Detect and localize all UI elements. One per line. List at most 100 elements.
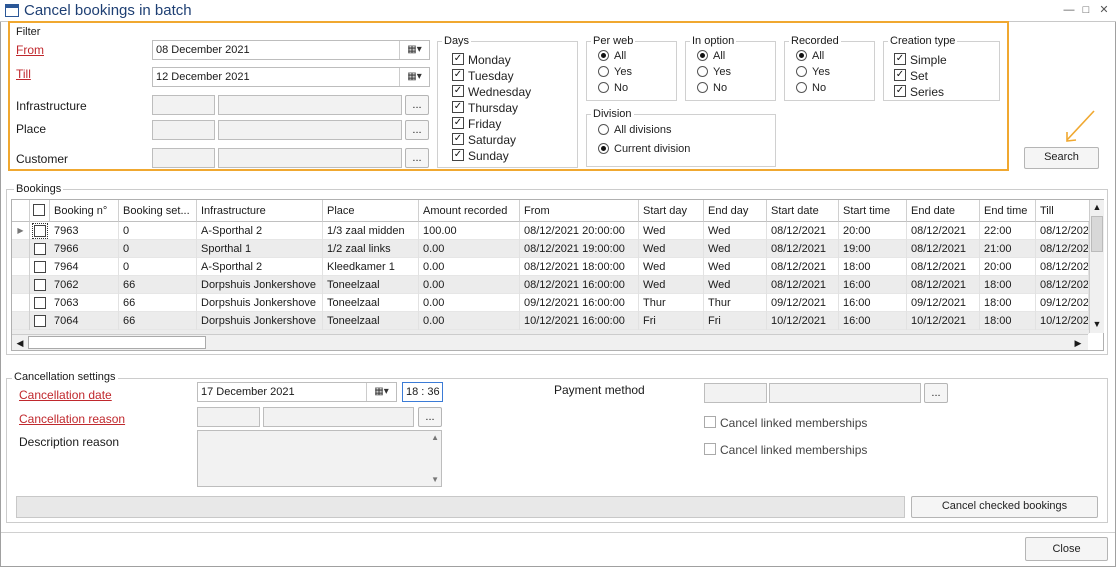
payment-method-name-field[interactable] xyxy=(769,383,921,403)
row-select-checkbox[interactable] xyxy=(34,261,46,273)
column-header[interactable]: Start date xyxy=(767,200,839,222)
recorded-no-radio[interactable] xyxy=(796,82,807,93)
set-checkbox[interactable]: ✓ xyxy=(894,69,906,81)
current-division-label: Current division xyxy=(614,143,691,155)
current-division-radio[interactable] xyxy=(598,143,609,154)
simple-checkbox[interactable]: ✓ xyxy=(894,53,906,65)
minimize-icon[interactable]: — xyxy=(1062,3,1076,17)
column-header[interactable]: Booking set... xyxy=(119,200,197,222)
payment-method-browse-button[interactable]: ... xyxy=(924,383,948,403)
column-header[interactable]: From xyxy=(520,200,639,222)
in-option-no-radio[interactable] xyxy=(697,82,708,93)
cancel-checked-bookings-button[interactable]: Cancel checked bookings xyxy=(911,496,1098,518)
recorded-yes-radio[interactable] xyxy=(796,66,807,77)
scroll-up-icon[interactable]: ▲ xyxy=(1091,201,1103,213)
row-select-checkbox[interactable] xyxy=(34,297,46,309)
monday-checkbox[interactable]: ✓ xyxy=(452,53,464,65)
saturday-checkbox[interactable]: ✓ xyxy=(452,133,464,145)
row-select-checkbox[interactable] xyxy=(34,315,46,327)
column-header[interactable]: Amount recorded xyxy=(419,200,520,222)
calendar-dropdown-icon[interactable]: ▦▾ xyxy=(399,41,429,59)
row-select-checkbox[interactable] xyxy=(34,279,46,291)
cancellation-reason-code-field[interactable] xyxy=(197,407,260,427)
column-header[interactable]: End day xyxy=(704,200,767,222)
column-header[interactable]: Infrastructure xyxy=(197,200,323,222)
column-header[interactable]: Place xyxy=(323,200,419,222)
table-cell: 1/3 zaal midden xyxy=(323,222,419,240)
per-web-yes-radio[interactable] xyxy=(598,66,609,77)
column-header[interactable]: End time xyxy=(980,200,1036,222)
table-row[interactable]: ▶ 7963 0 A-Sporthal 2 1/3 zaal midden 100.00 0… xyxy=(12,222,1089,240)
in-option-yes-radio[interactable] xyxy=(697,66,708,77)
infrastructure-name-field[interactable] xyxy=(218,95,402,115)
row-select-checkbox[interactable] xyxy=(34,243,46,255)
column-header[interactable]: Start day xyxy=(639,200,704,222)
textarea-scroll-down-icon[interactable]: ▼ xyxy=(431,475,439,484)
bookings-label: Bookings xyxy=(14,183,64,195)
cancel-linked-memberships-checkbox-1[interactable] xyxy=(704,416,716,428)
table-cell: 100.00 xyxy=(419,222,520,240)
calendar-dropdown-icon[interactable]: ▦▾ xyxy=(366,383,396,401)
cancellation-reason-name-field[interactable] xyxy=(263,407,414,427)
close-window-icon[interactable]: ✕ xyxy=(1097,3,1111,17)
table-row[interactable]: 7062 66 Dorpshuis Jonkershove Toneelzaal 0.0… xyxy=(12,276,1089,294)
scroll-left-icon[interactable]: ◀ xyxy=(14,337,26,349)
horizontal-scroll-thumb[interactable] xyxy=(28,336,206,349)
per-web-no-radio[interactable] xyxy=(598,82,609,93)
from-date-field[interactable]: 08 December 2021 ▦▾ xyxy=(152,40,430,60)
column-header[interactable]: Till xyxy=(1036,200,1089,222)
vertical-scrollbar[interactable]: ▲ ▼ xyxy=(1089,200,1104,333)
select-all-header[interactable] xyxy=(30,200,50,222)
place-name-field[interactable] xyxy=(218,120,402,140)
infrastructure-code-field[interactable] xyxy=(152,95,215,115)
cancellation-time-field[interactable]: 18 : 36 xyxy=(402,382,443,402)
search-button[interactable]: Search xyxy=(1024,147,1099,169)
table-row[interactable]: 7063 66 Dorpshuis Jonkershove Toneelzaal 0.0… xyxy=(12,294,1089,312)
cancel-linked-memberships-checkbox-2[interactable] xyxy=(704,443,716,455)
cancellation-date-field[interactable]: 17 December 2021 ▦▾ xyxy=(197,382,397,402)
customer-browse-button[interactable]: ... xyxy=(405,148,429,168)
maximize-icon[interactable]: □ xyxy=(1079,3,1093,17)
recorded-all-radio[interactable] xyxy=(796,50,807,61)
table-cell: 08/12/2021 18:00:00 xyxy=(520,258,639,276)
series-checkbox[interactable]: ✓ xyxy=(894,85,906,97)
payment-method-code-field[interactable] xyxy=(704,383,767,403)
column-header[interactable]: Start time xyxy=(839,200,907,222)
table-row[interactable]: 7064 66 Dorpshuis Jonkershove Toneelzaal 0.0… xyxy=(12,312,1089,330)
customer-code-field[interactable] xyxy=(152,148,215,168)
infrastructure-browse-button[interactable]: ... xyxy=(405,95,429,115)
row-select-checkbox[interactable] xyxy=(32,223,48,239)
all-divisions-radio[interactable] xyxy=(598,124,609,135)
till-date-value: 12 December 2021 xyxy=(156,71,250,83)
table-cell: Wed xyxy=(639,240,704,258)
wednesday-checkbox[interactable]: ✓ xyxy=(452,85,464,97)
place-code-field[interactable] xyxy=(152,120,215,140)
column-header[interactable]: Booking n° xyxy=(50,200,119,222)
table-row[interactable]: 7966 0 Sporthal 1 1/2 zaal links 0.00 08/12/2… xyxy=(12,240,1089,258)
in-option-label: In option xyxy=(690,35,737,47)
horizontal-scrollbar[interactable]: ◀ ▶ xyxy=(12,334,1088,350)
customer-name-field[interactable] xyxy=(218,148,402,168)
scroll-down-icon[interactable]: ▼ xyxy=(1091,318,1103,330)
description-reason-textarea[interactable]: ▲ ▼ xyxy=(197,430,442,487)
scroll-right-icon[interactable]: ▶ xyxy=(1072,337,1084,349)
tuesday-checkbox[interactable]: ✓ xyxy=(452,69,464,81)
till-date-field[interactable]: 12 December 2021 ▦▾ xyxy=(152,67,430,87)
close-button[interactable]: Close xyxy=(1025,537,1108,561)
vertical-scroll-thumb[interactable] xyxy=(1091,216,1103,252)
calendar-dropdown-icon[interactable]: ▦▾ xyxy=(399,68,429,86)
cancellation-reason-browse-button[interactable]: ... xyxy=(418,407,442,427)
textarea-scroll-up-icon[interactable]: ▲ xyxy=(431,433,439,442)
column-header[interactable]: End date xyxy=(907,200,980,222)
in-option-all-radio[interactable] xyxy=(697,50,708,61)
table-cell: 0.00 xyxy=(419,240,520,258)
series-label: Series xyxy=(910,85,945,99)
table-row[interactable]: 7964 0 A-Sporthal 2 Kleedkamer 1 0.00 08/12/2… xyxy=(12,258,1089,276)
recorded-label: Recorded xyxy=(789,35,841,47)
place-browse-button[interactable]: ... xyxy=(405,120,429,140)
per-web-all-radio[interactable] xyxy=(598,50,609,61)
cancellation-date-value: 17 December 2021 xyxy=(201,386,295,398)
friday-checkbox[interactable]: ✓ xyxy=(452,117,464,129)
thursday-checkbox[interactable]: ✓ xyxy=(452,101,464,113)
sunday-checkbox[interactable]: ✓ xyxy=(452,149,464,161)
